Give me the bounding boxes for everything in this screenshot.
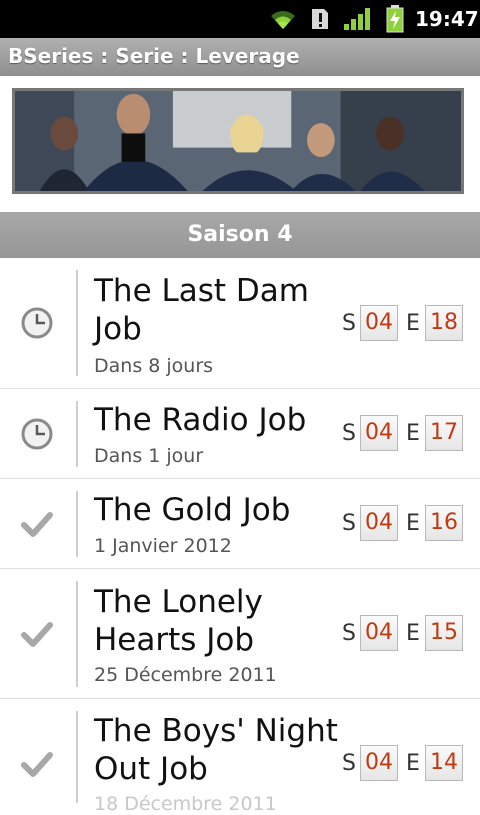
episode-title: The Gold Job [94, 492, 291, 528]
list-item-episode[interactable]: The Radio Job Dans 1 jour S 04 E 17 [0, 389, 480, 479]
list-item-episode[interactable]: The Gold Job 1 Janvier 2012 S 04 E 16 [0, 479, 480, 569]
clock-icon [21, 418, 53, 450]
season-number: 04 [360, 305, 398, 341]
episode-title: The Boys' Night Out Job [94, 713, 338, 787]
season-prefix: S [342, 311, 356, 336]
row-divider [76, 491, 78, 557]
season-prefix: S [342, 511, 356, 536]
list-item-episode[interactable]: The Lonely Hearts Job 25 Décembre 2011 S… [0, 569, 480, 699]
episode-title: The Last Dam Job [94, 273, 310, 347]
checkmark-icon [21, 512, 53, 537]
row-divider [76, 270, 78, 376]
status-bar: 19:47 [0, 0, 480, 38]
episode-date: Dans 1 jour [94, 445, 204, 467]
season-prefix: S [342, 621, 356, 646]
episode-date: 25 Décembre 2011 [94, 664, 277, 686]
episode-date: 1 Janvier 2012 [94, 535, 232, 557]
cast-photo [15, 91, 461, 191]
episode-prefix: E [406, 311, 420, 336]
episode-number: 18 [425, 305, 463, 341]
episode-prefix: E [406, 511, 420, 536]
season-number: 04 [360, 745, 398, 781]
banner-container [0, 76, 480, 210]
title-bar: BSeries : Serie : Leverage [0, 38, 480, 76]
season-number: 04 [360, 615, 398, 651]
row-divider [76, 711, 78, 803]
episode-prefix: E [406, 751, 420, 776]
episode-prefix: E [406, 621, 420, 646]
season-prefix: S [342, 421, 356, 446]
episode-date: Dans 8 jours [94, 355, 214, 377]
clock-time: 19:47 [415, 7, 479, 31]
checkmark-icon [21, 622, 53, 647]
series-banner-image [12, 88, 464, 194]
wifi-icon [271, 11, 295, 30]
row-divider [76, 581, 78, 687]
battery-charging-icon [386, 5, 404, 33]
season-prefix: S [342, 751, 356, 776]
episode-number: 15 [425, 615, 463, 651]
season-title: Saison 4 [187, 222, 293, 247]
episode-prefix: E [406, 421, 420, 446]
episode-list: The Last Dam Job Dans 8 jours S 04 E 18 … [0, 258, 480, 815]
clock-icon [21, 307, 53, 339]
list-item-episode[interactable]: The Boys' Night Out Job 18 Décembre 2011… [0, 699, 480, 815]
list-item-episode[interactable]: The Last Dam Job Dans 8 jours S 04 E 18 [0, 258, 480, 389]
episode-title: The Radio Job [94, 402, 307, 438]
season-number: 04 [360, 505, 398, 541]
page-title: BSeries : Serie : Leverage [8, 44, 300, 68]
season-number: 04 [360, 415, 398, 451]
episode-number: 17 [425, 415, 463, 451]
episode-number: 14 [425, 745, 463, 781]
row-divider [76, 401, 78, 467]
episode-title: The Lonely Hearts Job [94, 584, 263, 658]
episode-number: 16 [425, 505, 463, 541]
episode-date: 18 Décembre 2011 [94, 793, 277, 815]
alert-icon [312, 9, 328, 29]
checkmark-icon [21, 752, 53, 777]
season-header: Saison 4 [0, 212, 480, 258]
signal-icon [344, 8, 370, 30]
